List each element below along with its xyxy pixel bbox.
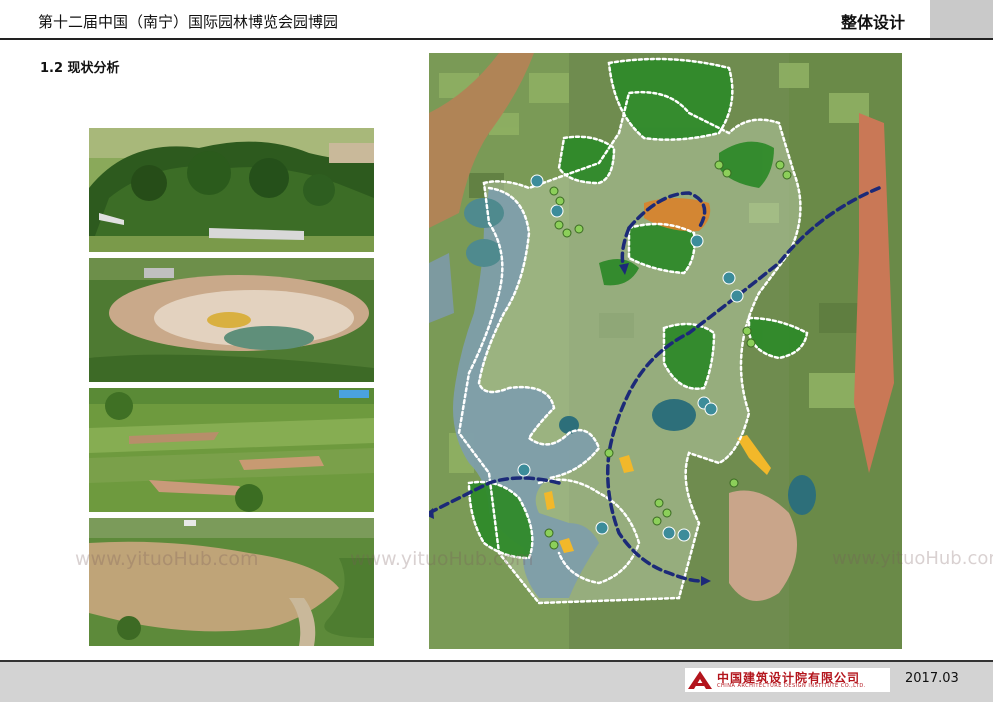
header: 第十二届中国（南宁）国际园林博览会园博园 整体设计 <box>0 0 993 40</box>
header-divider <box>0 38 993 40</box>
watermark-center: www.yituoHub.com <box>350 548 534 570</box>
terraced-farmland-photo <box>89 388 374 512</box>
company-logo-icon <box>688 671 712 689</box>
document-date: 2017.03 <box>905 671 959 686</box>
company-name-en: CHINA ARCHITECTURE DESIGN INSTITUTE CO.,… <box>717 683 866 689</box>
quarry-pit-photo <box>89 258 374 382</box>
subtitle: 1.2 现状分析 <box>40 61 120 76</box>
company-logo: 中国建筑设计院有限公司 CHINA ARCHITECTURE DESIGN IN… <box>685 668 890 692</box>
forest-hill-photo <box>89 128 374 252</box>
watermark-left: www.yituoHub.com <box>75 548 259 570</box>
muddy-pond-photo <box>89 518 374 646</box>
header-accent-block <box>930 0 993 38</box>
section-label: 整体设计 <box>840 13 905 32</box>
project-title: 第十二届中国（南宁）国际园林博览会园博园 <box>38 13 339 31</box>
footer-divider <box>0 660 993 662</box>
watermark-right: www.yituoHub.com <box>832 548 993 569</box>
